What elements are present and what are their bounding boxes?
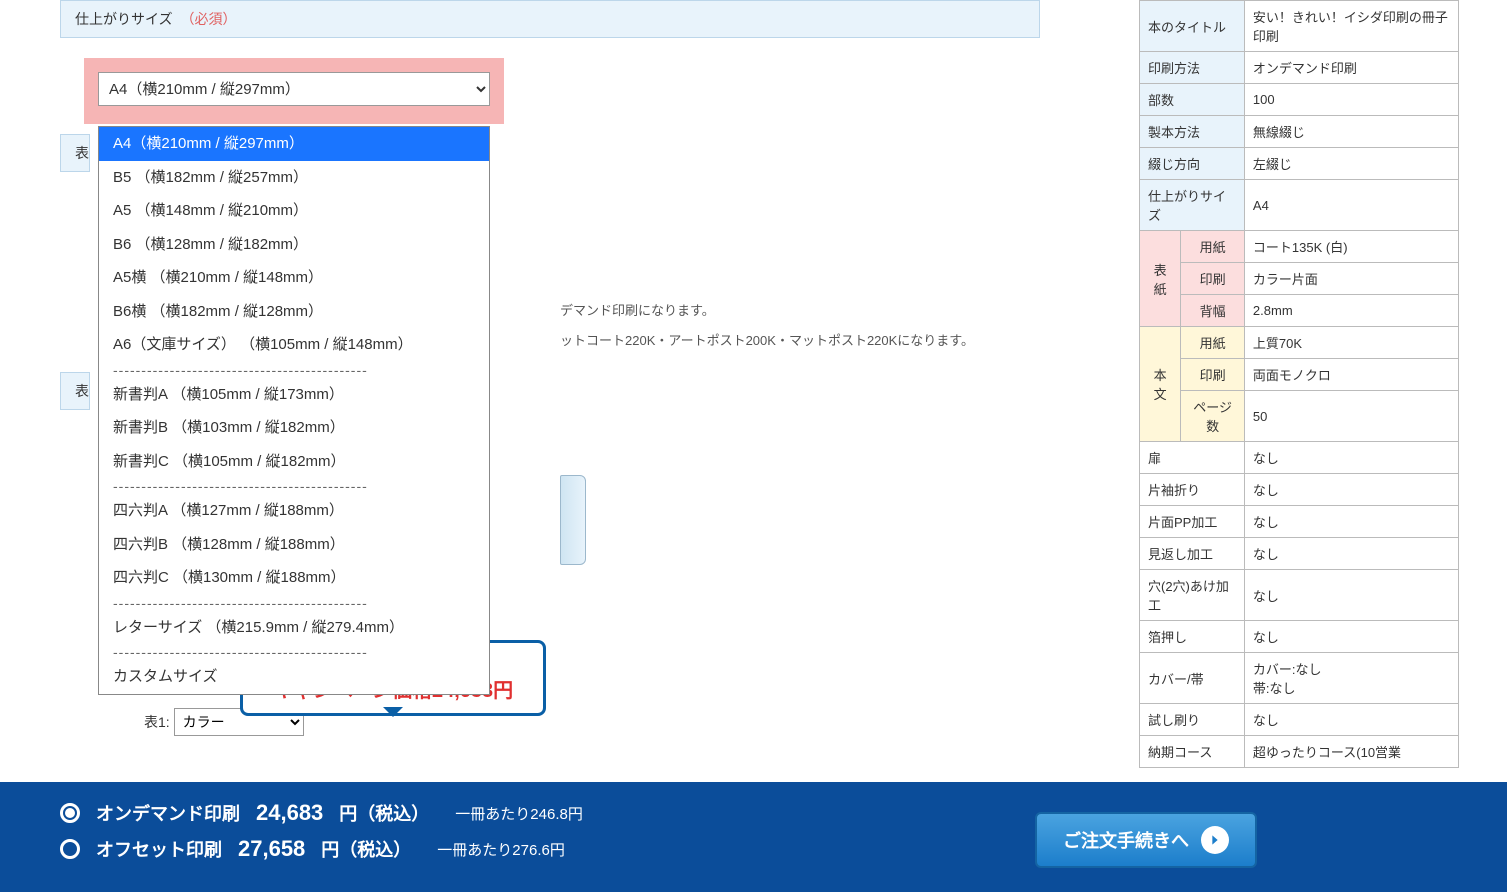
summary-value: なし bbox=[1244, 442, 1458, 474]
note-ondemand: デマンド印刷になります。 bbox=[560, 300, 715, 319]
summary-value: 両面モノクロ bbox=[1244, 359, 1458, 391]
option-name: オンデマンド印刷 bbox=[96, 800, 240, 826]
bottom-price-bar: オンデマンド印刷 24,683 円（税込） 一冊あたり246.8円 オフセット印… bbox=[0, 782, 1507, 892]
summary-value: カバー:なし 帯:なし bbox=[1244, 653, 1458, 704]
summary-value: A4 bbox=[1244, 180, 1458, 231]
summary-label: 印刷 bbox=[1181, 263, 1245, 295]
summary-label: 箔押し bbox=[1140, 621, 1245, 653]
main-form-area: 仕上がりサイズ （必須） A4（横210mm / 縦297mm） A4（横210… bbox=[60, 0, 1040, 430]
summary-table: 本のタイトル 安い！きれい！イシダ印刷の冊子印刷 印刷方法 オンデマンド印刷 部… bbox=[1139, 0, 1459, 768]
size-separator: ----------------------------------------… bbox=[99, 644, 489, 660]
summary-label: 試し刷り bbox=[1140, 704, 1245, 736]
book-spine-illustration bbox=[560, 475, 586, 565]
summary-value: なし bbox=[1244, 570, 1458, 621]
size-select[interactable]: A4（横210mm / 縦297mm） bbox=[98, 72, 490, 106]
summary-value: 100 bbox=[1244, 84, 1458, 116]
summary-label: 仕上がりサイズ bbox=[1140, 180, 1245, 231]
size-option[interactable]: カスタムサイズ bbox=[99, 660, 489, 694]
color-label: 表1: bbox=[144, 714, 170, 730]
summary-label: 本のタイトル bbox=[1140, 1, 1245, 52]
size-option[interactable]: A4（横210mm / 縦297mm） bbox=[99, 127, 489, 161]
summary-label: 用紙 bbox=[1181, 327, 1245, 359]
summary-value: なし bbox=[1244, 474, 1458, 506]
radio-icon[interactable] bbox=[60, 839, 80, 859]
summary-group-cover: 表紙 bbox=[1140, 231, 1181, 327]
section-header-peek: 表 bbox=[60, 134, 90, 172]
summary-value: オンデマンド印刷 bbox=[1244, 52, 1458, 84]
option-unit: 円（税込） bbox=[339, 800, 429, 826]
size-option[interactable]: B6 （横128mm / 縦182mm） bbox=[99, 228, 489, 262]
order-proceed-button[interactable]: ご注文手続きへ bbox=[1035, 812, 1257, 868]
summary-label: 背幅 bbox=[1181, 295, 1245, 327]
option-price: 27,658 bbox=[238, 836, 305, 862]
section-header-size: 仕上がりサイズ （必須） bbox=[60, 0, 1040, 38]
order-button-label: ご注文手続きへ bbox=[1063, 827, 1189, 853]
summary-label: 綴じ方向 bbox=[1140, 148, 1245, 180]
summary-value: 上質70K bbox=[1244, 327, 1458, 359]
summary-value: 安い！きれい！イシダ印刷の冊子印刷 bbox=[1244, 1, 1458, 52]
summary-label: 印刷 bbox=[1181, 359, 1245, 391]
summary-value: なし bbox=[1244, 621, 1458, 653]
required-label: （必須） bbox=[180, 11, 236, 27]
option-per: 一冊あたり246.8円 bbox=[455, 803, 583, 824]
option-unit: 円（税込） bbox=[321, 836, 411, 862]
summary-label: カバー/帯 bbox=[1140, 653, 1245, 704]
summary-value: 超ゆったりコース(10営業 bbox=[1244, 736, 1458, 768]
size-select-highlight: A4（横210mm / 縦297mm） A4（横210mm / 縦297mm） … bbox=[84, 58, 504, 124]
summary-label: 見返し加工 bbox=[1140, 538, 1245, 570]
size-option[interactable]: A5 （横148mm / 縦210mm） bbox=[99, 194, 489, 228]
summary-value: 2.8mm bbox=[1244, 295, 1458, 327]
size-separator: ----------------------------------------… bbox=[99, 595, 489, 611]
section-header-peek: 表 bbox=[60, 372, 90, 410]
summary-label: 納期コース bbox=[1140, 736, 1245, 768]
summary-value: なし bbox=[1244, 704, 1458, 736]
size-separator: ----------------------------------------… bbox=[99, 478, 489, 494]
size-option[interactable]: B5 （横182mm / 縦257mm） bbox=[99, 161, 489, 195]
summary-label: 片面PP加工 bbox=[1140, 506, 1245, 538]
size-option[interactable]: 四六判B （横128mm / 縦188mm） bbox=[99, 528, 489, 562]
arrow-right-icon bbox=[1201, 826, 1229, 854]
size-option[interactable]: A5横 （横210mm / 縦148mm） bbox=[99, 261, 489, 295]
print-option-offset[interactable]: オフセット印刷 27,658 円（税込） 一冊あたり276.6円 bbox=[60, 836, 583, 862]
size-option[interactable]: 新書判B （横103mm / 縦182mm） bbox=[99, 411, 489, 445]
summary-value: なし bbox=[1244, 506, 1458, 538]
summary-label: 部数 bbox=[1140, 84, 1245, 116]
summary-group-body: 本文 bbox=[1140, 327, 1181, 442]
summary-value: 無線綴じ bbox=[1244, 116, 1458, 148]
size-dropdown-list[interactable]: A4（横210mm / 縦297mm） B5 （横182mm / 縦257mm）… bbox=[98, 126, 490, 695]
summary-value: カラー片面 bbox=[1244, 263, 1458, 295]
option-per: 一冊あたり276.6円 bbox=[437, 839, 565, 860]
size-option[interactable]: 四六判A （横127mm / 縦188mm） bbox=[99, 494, 489, 528]
print-option-ondemand[interactable]: オンデマンド印刷 24,683 円（税込） 一冊あたり246.8円 bbox=[60, 800, 583, 826]
size-option[interactable]: B6横 （横182mm / 縦128mm） bbox=[99, 295, 489, 329]
summary-label: 片袖折り bbox=[1140, 474, 1245, 506]
size-option[interactable]: A6（文庫サイズ） （横105mm / 縦148mm） bbox=[99, 328, 489, 362]
size-option[interactable]: 四六判C （横130mm / 縦188mm） bbox=[99, 561, 489, 595]
summary-label: ページ数 bbox=[1181, 391, 1245, 442]
summary-value: 左綴じ bbox=[1244, 148, 1458, 180]
summary-value: 50 bbox=[1244, 391, 1458, 442]
option-price: 24,683 bbox=[256, 800, 323, 826]
size-separator: ----------------------------------------… bbox=[99, 362, 489, 378]
size-option[interactable]: 新書判A （横105mm / 縦173mm） bbox=[99, 378, 489, 412]
option-name: オフセット印刷 bbox=[96, 836, 222, 862]
size-option[interactable]: 新書判C （横105mm / 縦182mm） bbox=[99, 445, 489, 479]
summary-label: 用紙 bbox=[1181, 231, 1245, 263]
summary-value: なし bbox=[1244, 538, 1458, 570]
summary-label: 印刷方法 bbox=[1140, 52, 1245, 84]
summary-label: 穴(2穴)あけ加工 bbox=[1140, 570, 1245, 621]
summary-label: 製本方法 bbox=[1140, 116, 1245, 148]
size-option[interactable]: レターサイズ （横215.9mm / 縦279.4mm） bbox=[99, 611, 489, 645]
summary-value: コート135K (白) bbox=[1244, 231, 1458, 263]
section-title: 仕上がりサイズ bbox=[75, 11, 173, 27]
note-papers: ットコート220K・アートポスト200K・マットポスト220Kになります。 bbox=[560, 330, 974, 349]
radio-icon[interactable] bbox=[60, 803, 80, 823]
summary-label: 扉 bbox=[1140, 442, 1245, 474]
